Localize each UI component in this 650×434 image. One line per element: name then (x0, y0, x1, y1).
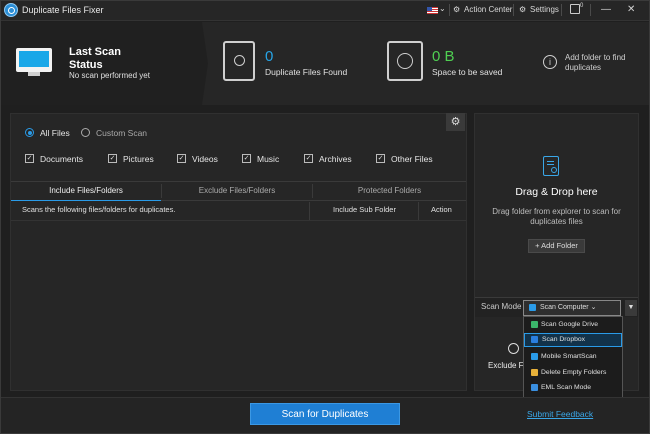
all-files-label[interactable]: All Files (40, 128, 70, 138)
other-files-label: Other Files (391, 154, 433, 164)
space-saved-value: 0 B (432, 48, 455, 65)
videos-label: Videos (192, 154, 218, 164)
app-logo-icon (4, 3, 18, 17)
tab-protected-folders[interactable]: Protected Folders (313, 181, 466, 201)
language-caret[interactable]: ⌄ (439, 4, 446, 13)
custom-scan-radio[interactable] (81, 128, 90, 137)
titlebar-divider (561, 4, 562, 16)
tab-exclude-folders[interactable]: Exclude Files/Folders (162, 181, 312, 201)
scan-for-duplicates-button[interactable]: Scan for Duplicates (250, 403, 400, 425)
duplicates-count: 0 (265, 48, 274, 65)
language-flag-icon[interactable] (427, 7, 438, 14)
panel-settings-gear-icon[interactable]: ⚙ (446, 113, 465, 131)
submit-feedback-link[interactable]: Submit Feedback (527, 409, 593, 419)
mobile-icon (531, 353, 538, 360)
folder-icon (531, 369, 538, 376)
column-action-header: Action (431, 205, 452, 214)
notification-icon[interactable] (570, 4, 580, 14)
disk-space-icon (387, 41, 423, 81)
custom-scan-label[interactable]: Custom Scan (96, 128, 147, 138)
header-chevron-divider (196, 22, 208, 105)
close-button[interactable]: ✕ (627, 4, 635, 15)
titlebar-divider (590, 4, 591, 16)
scan-mode-select[interactable]: Scan Computer ⌄ (523, 300, 621, 316)
dropbox-icon (531, 336, 538, 343)
menu-item-google-drive[interactable]: Scan Google Drive (524, 318, 622, 332)
all-files-radio[interactable] (25, 128, 34, 137)
settings-gear-icon: ⚙ (519, 5, 527, 14)
add-folder-hint: Add folder to find duplicates (565, 53, 626, 72)
minimize-button[interactable]: — (601, 4, 611, 15)
other-files-checkbox[interactable]: ✓ (376, 154, 385, 163)
music-label: Music (257, 154, 280, 164)
scan-mode-dropdown-arrow[interactable]: ▼ (625, 300, 637, 316)
pictures-checkbox[interactable]: ✓ (108, 154, 117, 163)
drop-zone-title: Drag & Drop here (515, 186, 598, 198)
add-folder-button[interactable]: + Add Folder (528, 239, 585, 253)
document-search-icon (543, 156, 559, 176)
menu-item-dropbox[interactable]: Scan Dropbox (524, 333, 622, 347)
info-icon: i (543, 55, 557, 69)
exclude-search-icon (508, 343, 519, 354)
archives-label: Archives (319, 154, 352, 164)
scan-mode-selected: Scan Computer (540, 304, 589, 311)
tab-include-folders[interactable]: Include Files/Folders (11, 181, 161, 201)
documents-label: Documents (40, 154, 83, 164)
column-divider (309, 202, 310, 220)
table-header-line (11, 220, 466, 221)
column-subfolder-header: Include Sub Folder (333, 205, 396, 214)
scan-mode-label: Scan Mode (481, 302, 522, 311)
space-saved-label: Space to be saved (432, 67, 503, 77)
duplicates-label: Duplicate Files Found (265, 67, 348, 77)
titlebar-divider (513, 4, 514, 16)
settings-button[interactable]: Settings (530, 5, 559, 14)
notification-count: 0 (580, 3, 584, 9)
archives-checkbox[interactable]: ✓ (304, 154, 313, 163)
pictures-label: Pictures (123, 154, 154, 164)
google-drive-icon (531, 321, 538, 328)
music-checkbox[interactable]: ✓ (242, 154, 251, 163)
menu-item-eml-scan[interactable]: EML Scan Mode (524, 381, 622, 395)
titlebar-divider (449, 4, 450, 16)
documents-checkbox[interactable]: ✓ (25, 154, 34, 163)
drop-zone-subtitle: Drag folder from explorer to scan for du… (492, 207, 621, 226)
action-center-icon: ⚙ (453, 5, 461, 14)
computer-icon (529, 304, 536, 311)
last-scan-title: Last Scan Status (69, 46, 121, 71)
column-divider (418, 202, 419, 220)
email-icon (531, 384, 538, 391)
app-title: Duplicate Files Fixer (22, 5, 104, 15)
videos-checkbox[interactable]: ✓ (177, 154, 186, 163)
exclude-folder-tile[interactable] (476, 326, 523, 386)
action-center-button[interactable]: Action Center (464, 5, 512, 14)
chevron-down-icon: ⌄ (590, 304, 597, 311)
last-scan-subtitle: No scan performed yet (69, 71, 150, 80)
exclude-folder-label: Exclude F (488, 361, 524, 370)
duplicate-files-icon (223, 41, 255, 81)
monitor-icon (16, 48, 52, 76)
column-path-header: Scans the following files/folders for du… (22, 205, 176, 214)
menu-item-delete-empty-folders[interactable]: Delete Empty Folders (524, 366, 622, 380)
menu-item-mobile-smartscan[interactable]: Mobile SmartScan (524, 350, 622, 364)
